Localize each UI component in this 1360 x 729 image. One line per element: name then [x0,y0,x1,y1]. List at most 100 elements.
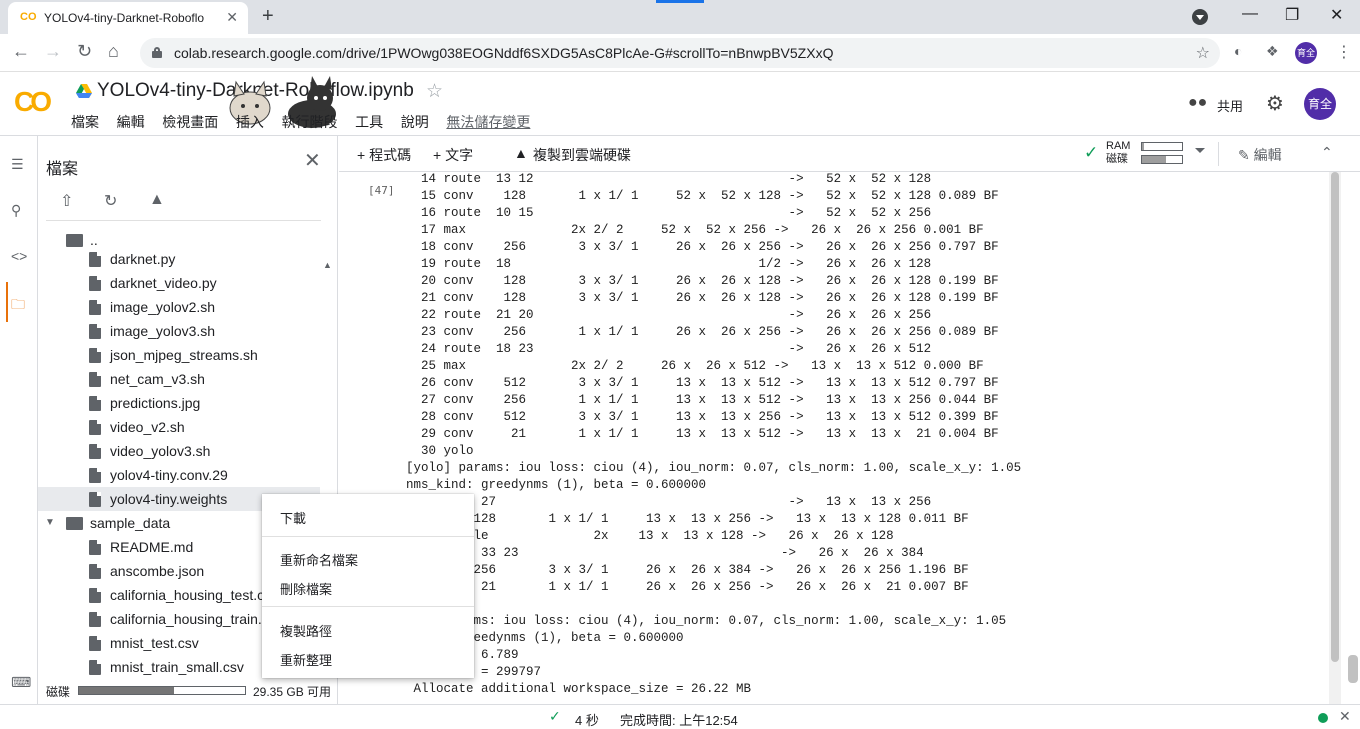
file-context-menu: 下載 重新命名檔案 刪除檔案 複製路徑 重新整理 [262,494,474,678]
drive-copy-icon[interactable]: ▲ [514,145,528,161]
output-line: 30 yolo [406,444,474,458]
output-line: 15 conv 128 1 x 1/ 1 52 x 52 x 128 -> 52… [406,189,999,203]
file-row[interactable]: video_v2.sh [38,415,320,439]
file-row[interactable]: predictions.jpg [38,391,320,415]
scroll-up-arrow-icon[interactable]: ▲ [323,260,332,270]
output-line: 29 conv 21 1 x 1/ 1 13 x 13 x 512 -> 13 … [406,427,999,441]
home-icon[interactable]: ⌂ [108,41,119,62]
close-window-button[interactable]: ✕ [1330,5,1343,25]
file-row[interactable]: image_yolov2.sh [38,295,320,319]
files-divider [46,220,321,221]
close-icon[interactable]: ✕ [304,148,321,173]
disk-label: 磁碟 [1106,153,1128,165]
file-name: yolov4-tiny.weights [110,491,228,507]
browser-profile-avatar[interactable]: 育全 [1295,42,1317,64]
menu-runtime[interactable]: 執行階段 [282,112,338,132]
status-bar: ✓ 4 秒 完成時間: 上午12:54 ✕ [0,704,1360,728]
tab-close-icon[interactable]: ✕ [226,9,238,26]
file-row[interactable]: darknet_video.py [38,271,320,295]
table-of-contents-icon[interactable]: ☰ [11,156,24,173]
output-line: [yolo] params: iou loss: ciou (4), iou_n… [406,461,1022,475]
google-drive-icon[interactable] [76,84,92,98]
edit-mode-button[interactable]: ✎ 編輯 [1238,145,1282,165]
refresh-menu-item[interactable]: 重新整理 [280,650,332,669]
lock-icon[interactable] [152,47,162,58]
people-icon[interactable]: ●● [1188,94,1207,112]
connection-status-icon [1318,713,1328,723]
parent-folder-icon [66,234,83,247]
completion-time: 完成時間: 上午12:54 [620,713,738,728]
menu-edit[interactable]: 編輯 [117,112,145,132]
menu-file[interactable]: 檔案 [71,112,99,132]
menu-view[interactable]: 檢視畫面 [162,112,218,132]
extension-icon[interactable]: ◐ [1234,43,1242,59]
page-scrollbar-thumb[interactable] [1348,655,1358,683]
file-row[interactable]: net_cam_v3.sh [38,367,320,391]
extensions-puzzle-icon[interactable]: ❖ [1266,43,1279,60]
copy-to-drive-button[interactable]: 複製到雲端硬碟 [533,145,631,165]
tab-search-icon[interactable] [1192,9,1208,25]
close-icon[interactable]: ✕ [1339,708,1351,725]
address-bar[interactable]: colab.research.google.com/drive/1PWOwg03… [140,38,1220,68]
menu-help[interactable]: 說明 [401,112,429,132]
file-row[interactable]: json_mjpeg_streams.sh [38,343,320,367]
menu-separator [262,536,474,537]
file-name: yolov4-tiny.conv.29 [110,467,228,483]
back-arrow-icon[interactable]: ← [12,41,30,62]
file-row[interactable]: yolov4-tiny.conv.29 [38,463,320,487]
output-scrollbar-thumb[interactable] [1331,172,1339,662]
unsaved-changes-link[interactable]: 無法儲存變更 [446,114,530,130]
download-menu-item[interactable]: 下載 [280,508,306,527]
chevron-down-icon[interactable] [1195,148,1205,153]
execution-duration: 4 秒 [575,713,599,728]
bookmark-star-icon[interactable]: ☆ [1196,43,1210,63]
cell-output-area[interactable]: [47] 14 route 13 12 -> 52 x 52 x 128 15 … [339,172,1360,704]
output-line: 28 conv 512 3 x 3/ 1 13 x 13 x 256 -> 13… [406,410,999,424]
add-code-button[interactable]: + 程式碼 [357,145,411,165]
reload-icon[interactable]: ↻ [77,41,92,62]
url-text[interactable]: colab.research.google.com/drive/1PWOwg03… [174,45,833,61]
parent-directory-label: .. [90,232,98,248]
new-tab-button[interactable]: + [262,5,274,28]
file-row[interactable]: video_yolov3.sh [38,439,320,463]
search-icon[interactable]: ⚲ [11,202,21,219]
menu-tools[interactable]: 工具 [355,112,383,132]
disk-meter[interactable] [1141,155,1183,164]
gear-icon[interactable]: ⚙ [1266,91,1284,116]
copy-path-menu-item[interactable]: 複製路徑 [280,621,332,640]
file-name: darknet.py [110,251,176,267]
browser-menu-icon[interactable]: ⋮ [1336,42,1352,62]
chevron-down-icon[interactable]: ▼ [45,517,55,528]
file-row[interactable]: image_yolov3.sh [38,319,320,343]
browser-tab[interactable]: CO YOLOv4-tiny-Darknet-Roboflo ✕ [8,2,248,34]
minimize-button[interactable]: — [1242,5,1258,23]
share-button[interactable]: 共用 [1217,96,1243,115]
add-text-button[interactable]: + 文字 [433,145,473,165]
delete-menu-item[interactable]: 刪除檔案 [280,579,332,598]
output-scrollbar[interactable] [1329,172,1341,704]
file-row[interactable]: darknet.py [38,247,320,271]
terminal-icon[interactable]: ⌨ [11,674,31,691]
rename-menu-item[interactable]: 重新命名檔案 [280,550,358,569]
colab-logo[interactable]: CO [14,86,52,118]
mount-drive-icon[interactable]: ▲ [149,191,171,213]
chevron-up-icon[interactable]: ⌃ [1321,144,1333,161]
user-avatar[interactable]: 育全 [1304,88,1336,120]
output-line: arams: iou loss: ciou (4), iou_norm: 0.0… [406,614,1007,628]
favorite-star-icon[interactable]: ☆ [426,80,443,103]
colab-header: CO YOLOv4-tiny-Darknet-Roboflow.ipynb ☆ … [0,72,1360,136]
refresh-folder-icon[interactable]: ↻ [104,191,126,213]
upload-file-icon[interactable]: ⇧ [60,191,82,213]
resource-labels[interactable]: RAM 磁碟 [1106,140,1130,166]
forward-arrow-icon[interactable]: → [44,41,62,62]
file-name: image_yolov2.sh [110,299,216,315]
code-snippets-icon[interactable]: <> [11,248,27,264]
menu-insert[interactable]: 插入 [236,112,264,132]
output-line: 16 route 10 15 -> 52 x 52 x 256 [406,206,932,220]
output-line: e 27 -> 13 x 13 x 256 [406,495,932,509]
folder-icon[interactable]: 🗀 [11,294,25,318]
ram-meter[interactable] [1141,142,1183,151]
disk-usage-bar [78,686,246,695]
restore-button[interactable]: ❐ [1285,5,1299,25]
menu-bar: 檔案 編輯 檢視畫面 插入 執行階段 工具 說明 無法儲存變更 [71,112,530,132]
